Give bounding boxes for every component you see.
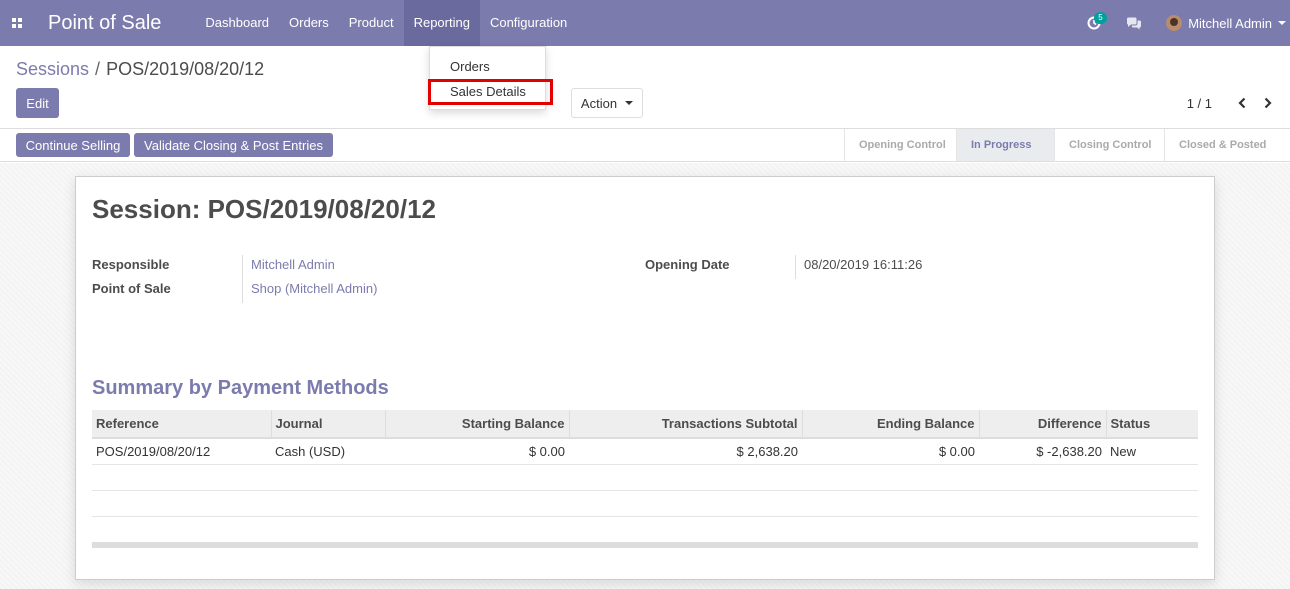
validate-closing-button[interactable]: Validate Closing & Post Entries bbox=[134, 133, 333, 157]
dropdown-item-orders[interactable]: Orders bbox=[450, 59, 490, 74]
control-panel: Sessions / POS/2019/08/20/12 Edit Action 1… bbox=[0, 46, 1290, 129]
chevron-right-icon bbox=[1264, 97, 1272, 109]
stage-in-progress: In Progress bbox=[956, 129, 1054, 161]
chevron-left-icon bbox=[1238, 97, 1246, 109]
next-record-button[interactable] bbox=[1258, 93, 1278, 113]
menu-configuration[interactable]: Configuration bbox=[480, 0, 577, 46]
column-header-starting-balance[interactable]: Starting Balance bbox=[385, 410, 570, 439]
field-divider bbox=[242, 255, 243, 303]
column-header-transactions-subtotal[interactable]: Transactions Subtotal bbox=[569, 410, 803, 439]
avatar bbox=[1166, 15, 1183, 31]
column-header-ending-balance[interactable]: Ending Balance bbox=[802, 410, 980, 439]
breadcrumb-sessions-link[interactable]: Sessions bbox=[16, 59, 89, 79]
menu-orders[interactable]: Orders bbox=[279, 0, 339, 46]
caret-down-icon bbox=[625, 101, 634, 105]
form-sheet: Session: POS/2019/08/20/12 Responsible M… bbox=[75, 176, 1215, 580]
action-dropdown-button[interactable]: Action bbox=[571, 88, 643, 118]
action-label: Action bbox=[580, 95, 618, 111]
user-menu[interactable]: Mitchell Admin bbox=[1154, 0, 1290, 46]
empty-table-row bbox=[92, 464, 1198, 491]
pager: 1 / 1 bbox=[1187, 88, 1278, 118]
user-name: Mitchell Admin bbox=[1188, 15, 1272, 31]
cell-status: New bbox=[1106, 438, 1198, 465]
cell-difference: $ -2,638.20 bbox=[979, 438, 1106, 465]
stage-closed-posted: Closed & Posted bbox=[1164, 129, 1290, 161]
responsible-label: Responsible bbox=[92, 257, 170, 272]
stage-opening-control: Opening Control bbox=[844, 129, 956, 161]
continue-selling-button[interactable]: Continue Selling bbox=[16, 133, 130, 157]
activity-button[interactable]: 5 bbox=[1074, 0, 1114, 46]
table-footer bbox=[92, 542, 1198, 548]
empty-table-row bbox=[92, 516, 1198, 542]
cell-starting-balance: $ 0.00 bbox=[385, 438, 569, 465]
breadcrumb-separator: / bbox=[95, 59, 101, 79]
stage-closing-control: Closing Control bbox=[1054, 129, 1164, 161]
cell-ending-balance: $ 0.00 bbox=[802, 438, 979, 465]
form-background: Session: POS/2019/08/20/12 Responsible M… bbox=[0, 163, 1290, 589]
status-bar: Continue Selling Validate Closing & Post… bbox=[0, 129, 1290, 162]
column-header-journal[interactable]: Journal bbox=[271, 410, 386, 439]
opening-date-label: Opening Date bbox=[645, 257, 730, 272]
cell-reference: POS/2019/08/20/12 bbox=[92, 438, 271, 465]
caret-down-icon bbox=[1278, 21, 1286, 25]
app-brand[interactable]: Point of Sale bbox=[48, 12, 161, 35]
empty-table-row bbox=[92, 490, 1198, 517]
apps-menu-icon[interactable] bbox=[0, 0, 34, 46]
top-navbar: Point of Sale Dashboard Orders Product R… bbox=[0, 0, 1290, 46]
menu-reporting[interactable]: Reporting bbox=[403, 0, 480, 46]
column-header-status[interactable]: Status bbox=[1106, 410, 1198, 439]
menu-dashboard[interactable]: Dashboard bbox=[195, 0, 279, 46]
column-header-difference[interactable]: Difference bbox=[979, 410, 1107, 439]
cell-transactions-subtotal: $ 2,638.20 bbox=[569, 438, 802, 465]
column-header-reference[interactable]: Reference bbox=[92, 410, 272, 439]
previous-record-button[interactable] bbox=[1232, 93, 1252, 113]
pager-value[interactable]: 1 / 1 bbox=[1187, 96, 1212, 111]
opening-date-value: 08/20/2019 16:11:26 bbox=[804, 257, 923, 272]
menu-product[interactable]: Product bbox=[339, 0, 404, 46]
table-row[interactable]: POS/2019/08/20/12 Cash (USD) $ 0.00 $ 2,… bbox=[92, 438, 1198, 465]
summary-section-title: Summary by Payment Methods bbox=[92, 377, 389, 399]
page-title: Session: POS/2019/08/20/12 bbox=[92, 194, 436, 224]
breadcrumb-current: POS/2019/08/20/12 bbox=[106, 59, 265, 79]
breadcrumb: Sessions / POS/2019/08/20/12 bbox=[16, 59, 264, 80]
table-header-row: Reference Journal Starting Balance Trans… bbox=[92, 410, 1198, 439]
main-menu: Dashboard Orders Product Reporting Confi… bbox=[195, 0, 577, 46]
point-of-sale-value[interactable]: Shop (Mitchell Admin) bbox=[251, 281, 377, 296]
cell-journal: Cash (USD) bbox=[271, 438, 385, 465]
field-divider bbox=[795, 255, 796, 279]
responsible-value[interactable]: Mitchell Admin bbox=[251, 257, 335, 272]
chat-icon bbox=[1127, 17, 1142, 29]
highlight-annotation-box bbox=[428, 79, 553, 105]
messaging-button[interactable] bbox=[1114, 0, 1154, 46]
edit-button[interactable]: Edit bbox=[16, 88, 59, 118]
point-of-sale-label: Point of Sale bbox=[92, 281, 171, 296]
payment-methods-table: Reference Journal Starting Balance Trans… bbox=[92, 410, 1198, 548]
activity-count-badge: 5 bbox=[1094, 12, 1107, 24]
stage-bar: Opening Control In Progress Closing Cont… bbox=[844, 129, 1290, 161]
